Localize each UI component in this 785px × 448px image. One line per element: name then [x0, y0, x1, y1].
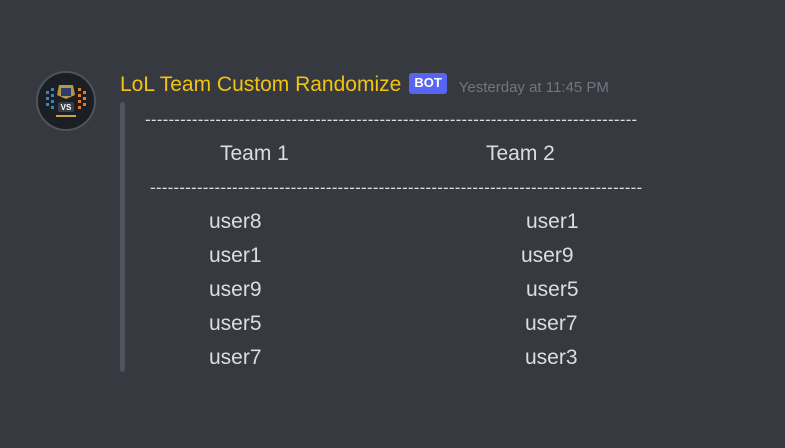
divider-bottom: ----------------------------------------…: [150, 178, 643, 197]
team2-player: user1: [526, 210, 579, 233]
team1-player: user9: [209, 278, 262, 301]
team1-player: user5: [209, 312, 262, 335]
team1-player: user8: [209, 210, 262, 233]
avatar[interactable]: VS: [36, 71, 96, 131]
team2-header: Team 2: [486, 142, 555, 165]
avatar-vs-text: VS: [61, 103, 72, 112]
message-header: LoL Team Custom Randomize BOT Yesterday …: [120, 70, 609, 100]
message-timestamp[interactable]: Yesterday at 11:45 PM: [459, 79, 609, 96]
team1-player: user1: [209, 244, 262, 267]
team2-player: user9: [521, 244, 574, 267]
team2-player: user7: [525, 312, 578, 335]
league-of-legends-icon: VS: [38, 73, 94, 129]
embed-bar: [120, 102, 125, 372]
team2-player: user3: [525, 346, 578, 369]
bot-username[interactable]: LoL Team Custom Randomize: [120, 73, 401, 97]
divider-top: ----------------------------------------…: [145, 110, 638, 129]
team1-player: user7: [209, 346, 262, 369]
team1-header: Team 1: [220, 142, 289, 165]
bot-tag: BOT: [409, 72, 447, 94]
team2-player: user5: [526, 278, 579, 301]
